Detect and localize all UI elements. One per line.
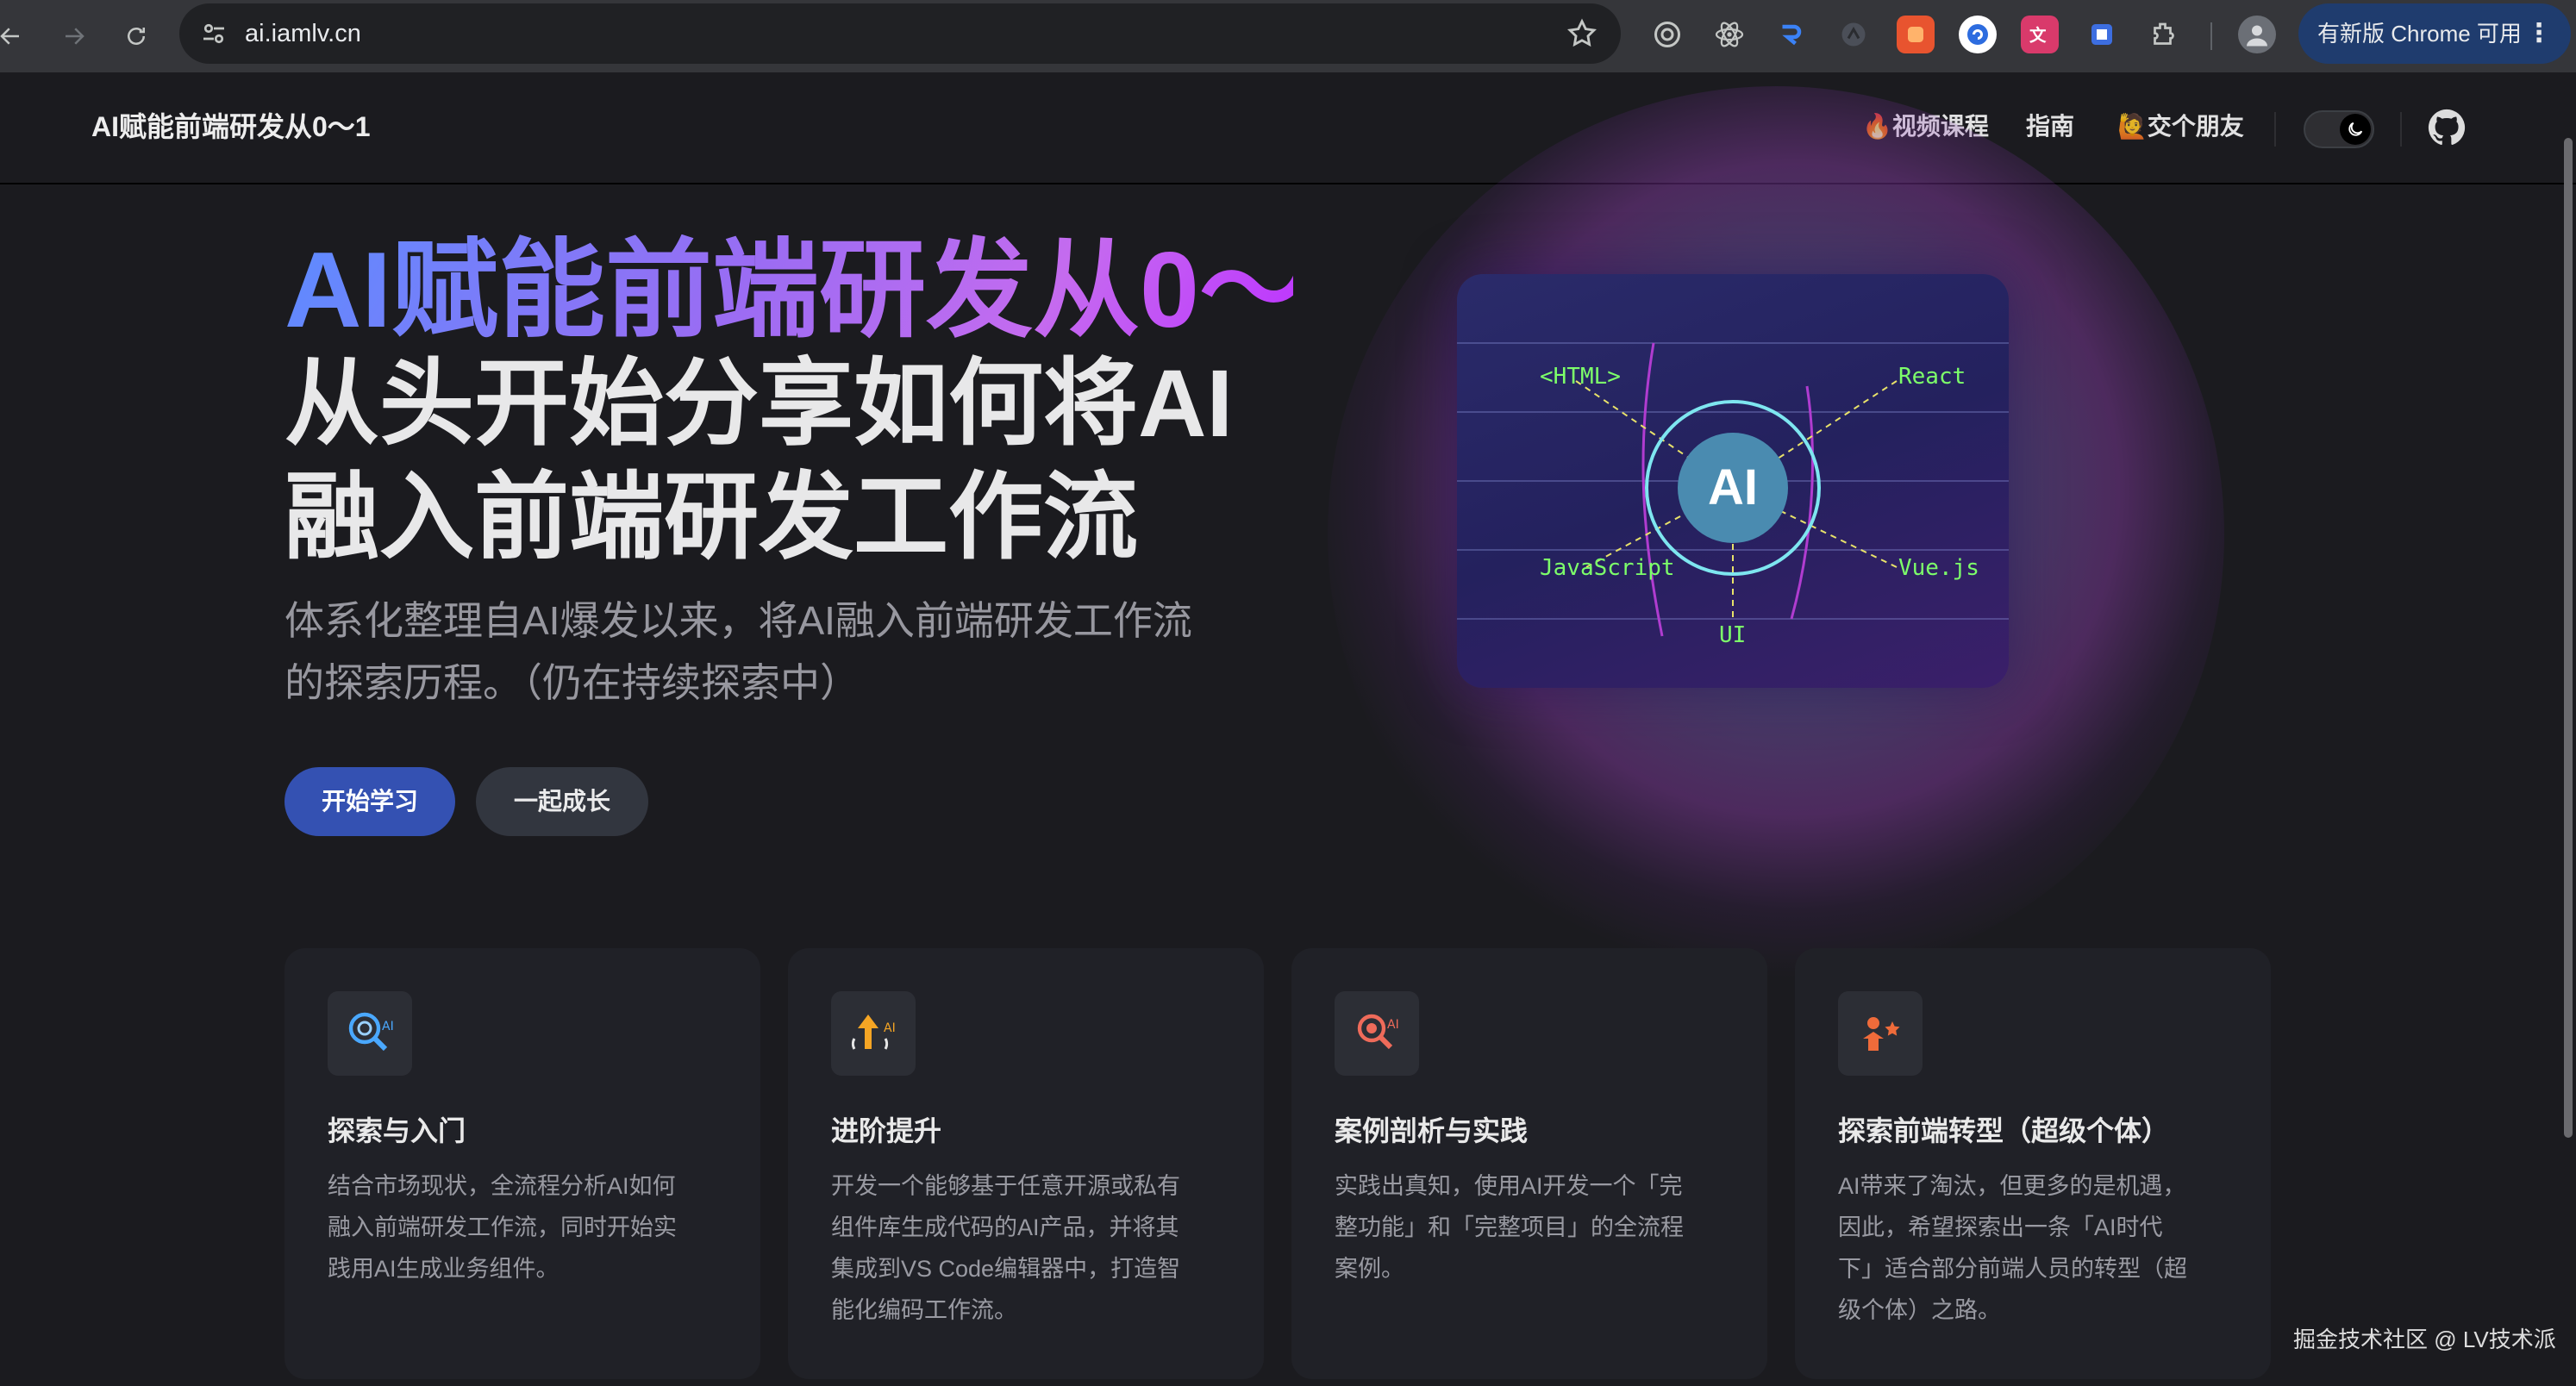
dark-mode-toggle[interactable] [2304,110,2374,148]
extension-translate-icon[interactable]: 文 [2021,16,2059,53]
feature-title: 进阶提升 [831,1115,942,1146]
label-ui: UI [1719,622,1747,648]
arrow-right-icon [66,28,84,45]
moon-icon [2348,122,2363,136]
svg-text:文: 文 [2029,26,2047,46]
extension-circle-icon[interactable] [1959,16,1997,53]
toggle-knob [2340,114,2371,145]
feature-details-line: 因此，希望探索出一条「AI时代 [1838,1214,2163,1240]
site-info-icon[interactable] [198,18,229,49]
search-case-ai-icon: AI [1335,991,1419,1076]
feature-details-line: 案例。 [1335,1256,1404,1282]
toolbar-divider [2210,22,2212,50]
hero-tagline-line2: 融入前端研发工作流 [284,465,1138,571]
feature-title: 案例剖析与实践 [1335,1115,1529,1146]
feature-details-line: 级个体）之路。 [1838,1297,2001,1323]
hero-subtitle: 体系化整理自AI爆发以来，将AI融入前端研发工作流 的探索历程。（仍在持续探索中… [284,590,1259,714]
reload-icon [128,28,145,45]
github-icon[interactable] [2428,109,2466,147]
site-navbar: AI赋能前端研发从0～1 🔥视频课程 指南 🙋交个朋友 [0,72,2576,184]
nav-divider [2274,112,2276,147]
site-title[interactable]: AI赋能前端研发从0～1 [91,72,371,181]
svg-text:AI: AI [884,1021,896,1035]
feature-details-line: 实践出真知，使用AI开发一个「完 [1335,1173,1683,1199]
arrow-left-icon [0,28,19,45]
grow-together-button[interactable]: 一起成长 [476,767,648,836]
hero-ai-illustration: <HTML> React JavaScript Vue.js UI AI [1457,274,2009,688]
feature-title: 探索与入门 [328,1115,466,1146]
extension-orange-icon[interactable] [1897,16,1935,53]
extension-dim-icon[interactable] [1835,16,1873,53]
extension-blue-icon[interactable] [1773,16,1810,53]
label-javascript: JavaScript [1540,555,1675,581]
feature-details: 开发一个能够基于任意开源或私有 组件库生成代码的AI产品，并将其 集成到VS C… [831,1165,1221,1331]
feature-details-line: 整功能」和「完整项目」的全流程 [1335,1214,1684,1240]
feature-details-line: 下」适合部分前端人员的转型（超 [1838,1256,2187,1282]
feature-details: 实践出真知，使用AI开发一个「完 整功能」和「完整项目」的全流程 案例。 [1335,1165,1724,1289]
arrow-up-ai-icon: AI [831,991,916,1076]
profile-avatar[interactable] [2238,16,2276,53]
start-learning-button[interactable]: 开始学习 [284,767,455,836]
feature-details: AI带来了淘汰，但更多的是机遇， 因此，希望探索出一条「AI时代 下」适合部分前… [1838,1165,2228,1331]
page-scrollbar[interactable] [2564,138,2573,1138]
nav-make-friends[interactable]: 🙋交个朋友 [2117,72,2244,181]
svg-text:AI: AI [1387,1018,1399,1032]
feature-details-line: 组件库生成代码的AI产品，并将其 [831,1214,1179,1240]
extension-react-icon[interactable] [1710,16,1748,53]
back-button[interactable] [0,12,34,60]
extensions-puzzle-icon[interactable] [2145,16,2183,53]
svg-text:AI: AI [382,1020,394,1033]
hero-subtitle-line1: 体系化整理自AI爆发以来，将AI融入前端研发工作流 [284,598,1192,643]
extension-window-icon[interactable] [2083,16,2121,53]
feature-details-line: AI带来了淘汰，但更多的是机遇， [1838,1173,2186,1199]
feature-title: 探索前端转型（超级个体） [1838,1115,2170,1146]
hero-text-block: AI赋能前端研发从0～1 从头开始分享如何将AI 融入前端研发工作流 体系化整理… [284,231,1366,714]
label-react: React [1898,364,1966,390]
feature-details: 结合市场现状，全流程分析AI如何 融入前端研发工作流，同时开始实 践用AI生成业… [328,1165,717,1289]
hero-subtitle-line2: 的探索历程。（仍在持续探索中） [284,660,860,705]
extension-target-icon[interactable] [1648,16,1686,53]
label-ai: AI [1708,459,1758,515]
feature-details-line: 结合市场现状，全流程分析AI如何 [328,1173,676,1199]
feature-card-explore[interactable]: AI 探索与入门 结合市场现状，全流程分析AI如何 融入前端研发工作流，同时开始… [284,948,760,1379]
nav-divider-2 [2400,112,2402,147]
magnifier-ai-icon: AI [328,991,412,1076]
juejin-watermark: 掘金技术社区 @ LV技术派 [2293,1327,2556,1352]
chrome-update-button[interactable]: 有新版 Chrome 可用 ⋮ [2298,3,2571,64]
hero-name: AI赋能前端研发从0～1 [284,231,1366,350]
feature-details-line: 开发一个能够基于任意开源或私有 [831,1173,1180,1199]
label-vue: Vue.js [1898,555,1979,581]
feature-card-transform[interactable]: 探索前端转型（超级个体） AI带来了淘汰，但更多的是机遇， 因此，希望探索出一条… [1795,948,2271,1379]
feature-details-line: 能化编码工作流。 [831,1297,1017,1323]
bookmark-star-icon[interactable] [1566,17,1598,50]
person-star-icon [1838,991,1923,1076]
feature-details-line: 融入前端研发工作流，同时开始实 [328,1214,677,1240]
url-text[interactable]: ai.iamlv.cn [245,3,361,64]
feature-card-cases[interactable]: AI 案例剖析与实践 实践出真知，使用AI开发一个「完 整功能」和「完整项目」的… [1291,948,1767,1379]
address-bar[interactable]: ai.iamlv.cn [179,3,1621,64]
browser-toolbar: ai.iamlv.cn 文 有新版 Chrome 可用 ⋮ [0,0,2576,72]
nav-guide[interactable]: 指南 [2026,72,2074,181]
label-html: <HTML> [1540,364,1621,390]
hero-tagline-line1: 从头开始分享如何将AI [284,351,1233,457]
feature-details-line: 践用AI生成业务组件。 [328,1256,560,1282]
feature-details-line: 集成到VS Code编辑器中，打造智 [831,1256,1181,1282]
reload-button[interactable] [112,12,160,60]
forward-button[interactable] [50,12,98,60]
chrome-update-label: 有新版 Chrome 可用 [2317,21,2522,47]
chrome-menu-icon[interactable]: ⋮ [2526,3,2552,64]
feature-card-advance[interactable]: AI 进阶提升 开发一个能够基于任意开源或私有 组件库生成代码的AI产品，并将其… [788,948,1264,1379]
